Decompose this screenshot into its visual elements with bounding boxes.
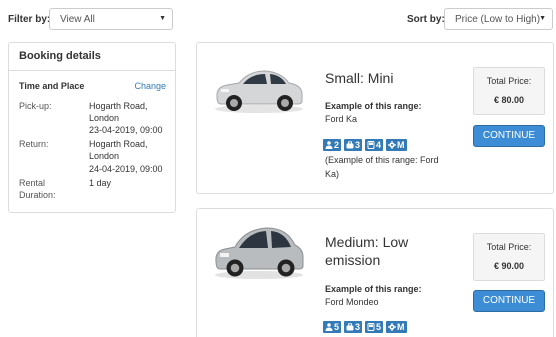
duration-label-line1: Rental [19, 178, 46, 188]
return-label: Return: [19, 139, 49, 149]
booking-details-panel: Booking details Time and Place Change Pi… [8, 42, 176, 213]
example-label: Example of this range: [325, 101, 422, 111]
bags-count: 3 [355, 322, 361, 332]
doors-count: 5 [376, 322, 382, 332]
bags-badge: 3 [344, 321, 363, 333]
transmission-badge: M [386, 321, 407, 333]
car-title: Small: Mini [325, 70, 394, 86]
door-icon [367, 141, 375, 149]
filter-select-value: View All [60, 14, 95, 25]
return-place-line1: Hogarth Road, [89, 139, 148, 149]
car-title-line2: emission [325, 252, 381, 268]
filter-label: Filter by: [8, 14, 51, 25]
car-image-medium [215, 227, 304, 279]
gear-icon [388, 141, 397, 149]
sort-label: Sort by: [407, 14, 445, 25]
feature-note: (Example of this range: Ford Ka) [325, 155, 439, 179]
suitcase-icon [346, 141, 354, 149]
person-icon [325, 141, 333, 149]
caret-down-icon: ▼ [539, 15, 546, 22]
transmission-type: M [397, 140, 405, 150]
seats-badge: 5 [323, 321, 342, 333]
filter-select[interactable]: View All ▼ [49, 8, 173, 30]
seats-count: 5 [334, 322, 340, 332]
duration-label-line2: Duration: [19, 190, 56, 200]
pickup-datetime: 23-04-2019, 09:00 [89, 125, 163, 135]
continue-button[interactable]: CONTINUE [473, 290, 545, 312]
gear-icon [388, 323, 397, 331]
return-datetime: 24-04-2019, 09:00 [89, 164, 163, 174]
pickup-place-line1: Hogarth Road, [89, 101, 148, 111]
price-box: Total Price: € 90.00 [473, 233, 545, 281]
car-card-small: Small: Mini Example of this range: Ford … [196, 42, 554, 194]
price-label: Total Price: [486, 76, 532, 86]
example-model: Ford Ka [325, 114, 358, 124]
bags-badge: 3 [344, 139, 363, 151]
caret-down-icon: ▼ [159, 15, 166, 22]
time-place-title: Time and Place [19, 81, 85, 91]
transmission-type: M [397, 322, 405, 332]
sort-select-value: Price (Low to High) [455, 14, 541, 25]
doors-count: 4 [376, 140, 382, 150]
door-icon [367, 323, 375, 331]
booking-details-title: Booking details [9, 43, 175, 71]
car-features: 5 3 5 M [323, 321, 407, 333]
pickup-place-line2: London [89, 113, 120, 123]
pickup-label: Pick-up: [19, 101, 52, 111]
car-card-medium: Medium: Low emission Example of this ran… [196, 208, 554, 337]
transmission-badge: M [386, 139, 407, 151]
car-image-small [215, 70, 303, 113]
return-place-line2: London [89, 151, 120, 161]
seats-count: 2 [334, 140, 340, 150]
suitcase-icon [346, 323, 354, 331]
example-label: Example of this range: [325, 284, 422, 294]
price-value: € 90.00 [493, 261, 525, 271]
change-link[interactable]: Change [134, 81, 166, 91]
bags-count: 3 [355, 140, 361, 150]
example-model: Ford Mondeo [325, 297, 379, 307]
price-label: Total Price: [486, 242, 532, 252]
seats-badge: 2 [323, 139, 342, 151]
price-box: Total Price: € 80.00 [473, 67, 545, 115]
doors-badge: 5 [365, 321, 384, 333]
price-value: € 80.00 [493, 95, 525, 105]
person-icon [325, 323, 333, 331]
duration-value: 1 day [89, 178, 112, 188]
continue-button[interactable]: CONTINUE [473, 125, 545, 147]
car-features: 2 3 4 M [323, 139, 407, 151]
doors-badge: 4 [365, 139, 384, 151]
filter-bar: Filter by: View All ▼ Sort by: Price (Lo… [0, 0, 556, 38]
sort-select[interactable]: Price (Low to High) ▼ [444, 8, 553, 30]
